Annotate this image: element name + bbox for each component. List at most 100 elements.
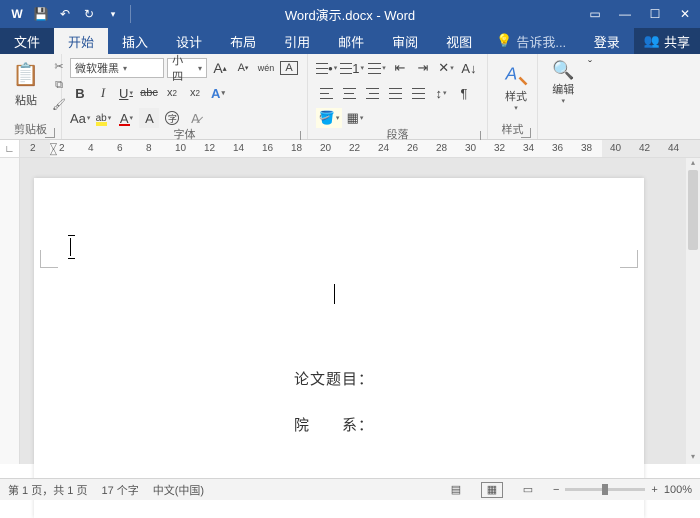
scroll-down-icon[interactable]: ▾ <box>686 452 700 464</box>
tell-me[interactable]: 💡 告诉我... <box>486 28 576 54</box>
align-left-button[interactable] <box>316 83 336 103</box>
show-marks-button[interactable]: ¶ <box>454 83 474 103</box>
ruler-tick: 6 <box>117 143 123 154</box>
ribbon-options-icon[interactable]: ▭ <box>580 0 610 28</box>
page-count[interactable]: 第 1 页，共 1 页 <box>8 482 87 498</box>
close-button[interactable]: ✕ <box>670 0 700 28</box>
redo-button[interactable]: ↻ <box>78 3 100 25</box>
undo-button[interactable]: ↶ <box>54 3 76 25</box>
edit-button[interactable]: 🔍 编辑 ▾ <box>546 58 580 123</box>
dialog-launcher-icon[interactable] <box>45 128 55 138</box>
print-layout-button[interactable]: ▦ <box>481 482 503 498</box>
increase-indent-button[interactable]: ⇥ <box>413 58 433 78</box>
zoom-out-button[interactable]: − <box>553 484 559 496</box>
strikethrough-button[interactable]: abc <box>139 83 159 103</box>
asian-layout-button[interactable]: ✕▾ <box>436 58 456 78</box>
numbering-button[interactable]: 1▾ <box>340 58 364 78</box>
paste-button[interactable]: 📋 粘贴 <box>8 58 44 123</box>
text-effects-button[interactable]: A▾ <box>208 83 228 103</box>
ruler-tick: 26 <box>407 143 418 154</box>
italic-button[interactable]: I <box>93 83 113 103</box>
zoom-slider[interactable] <box>565 488 645 491</box>
underline-button[interactable]: U▾ <box>116 83 136 103</box>
language[interactable]: 中文(中国) <box>153 482 204 498</box>
shading-button[interactable]: 🪣▾ <box>316 108 342 128</box>
highlight-button[interactable]: ab▾ <box>93 108 113 128</box>
bold-button[interactable]: B <box>70 83 90 103</box>
vertical-ruler[interactable] <box>0 158 20 464</box>
clear-formatting-button[interactable]: A̷ <box>185 108 205 128</box>
web-layout-button[interactable]: ▭ <box>517 482 539 498</box>
status-bar: 第 1 页，共 1 页 17 个字 中文(中国) ▤ ▦ ▭ − + 100% <box>0 478 700 500</box>
group-font: 微软雅黑▾ 小四▾ A▴ A▾ wén A B I U▾ abc x2 x2 A… <box>62 54 308 139</box>
save-button[interactable]: 💾 <box>30 3 52 25</box>
group-edit: 🔍 编辑 ▾ <box>538 54 582 139</box>
ruler-tick: 14 <box>233 143 244 154</box>
vertical-scrollbar[interactable]: ▴ ▾ <box>686 158 700 464</box>
minimize-button[interactable]: — <box>610 0 640 28</box>
multilevel-button[interactable]: ▾ <box>367 58 387 78</box>
horizontal-ruler[interactable]: ∟ ▽ △ 2246810121416182022242628303234363… <box>0 140 700 158</box>
justify-button[interactable] <box>385 83 405 103</box>
group-paragraph: •▾ 1▾ ▾ ⇤ ⇥ ✕▾ A↓ ↕▾ ¶ 🪣▾ ▦▾ 段 <box>308 54 488 139</box>
qat-customize[interactable]: ▾ <box>102 3 124 25</box>
character-border-button[interactable]: A <box>279 58 299 78</box>
ruler-tick: 4 <box>88 143 94 154</box>
tab-view[interactable]: 视图 <box>432 28 486 54</box>
ribbon: 📋 粘贴 ✂ ⧉ 🖌 剪贴板 微软雅黑▾ 小四▾ A▴ A▾ wén A B <box>0 54 700 140</box>
decrease-indent-button[interactable]: ⇤ <box>390 58 410 78</box>
title-bar: W 💾 ↶ ↻ ▾ Word演示.docx - Word ▭ — ☐ ✕ <box>0 0 700 28</box>
maximize-button[interactable]: ☐ <box>640 0 670 28</box>
tab-references[interactable]: 引用 <box>270 28 324 54</box>
share-button[interactable]: 👥 共享 <box>634 28 700 54</box>
indent-marker-icon[interactable]: △ <box>50 146 57 157</box>
tab-design[interactable]: 设计 <box>162 28 216 54</box>
styles-button[interactable]: A 样式 ▾ <box>496 58 536 123</box>
tab-layout[interactable]: 布局 <box>216 28 270 54</box>
ibeam-cursor-icon <box>70 238 71 256</box>
zoom-in-button[interactable]: + <box>651 484 657 496</box>
tab-file[interactable]: 文件 <box>0 28 54 54</box>
font-name-combo[interactable]: 微软雅黑▾ <box>70 58 164 78</box>
char-shading-button[interactable]: A <box>139 108 159 128</box>
enclose-char-button[interactable]: 字 <box>162 108 182 128</box>
sort-button[interactable]: A↓ <box>459 58 479 78</box>
change-case-button[interactable]: Aa▾ <box>70 108 90 128</box>
subscript-button[interactable]: x2 <box>162 83 182 103</box>
distribute-button[interactable] <box>408 83 428 103</box>
align-center-button[interactable] <box>339 83 359 103</box>
grow-font-button[interactable]: A▴ <box>210 58 230 78</box>
page[interactable]: 论文题目： 院 系： <box>34 178 644 518</box>
tab-review[interactable]: 审阅 <box>378 28 432 54</box>
login-button[interactable]: 登录 <box>580 28 634 54</box>
line-spacing-button[interactable]: ↕▾ <box>431 83 451 103</box>
scroll-thumb[interactable] <box>688 170 698 250</box>
superscript-button[interactable]: x2 <box>185 83 205 103</box>
phonetic-guide-button[interactable]: wén <box>256 58 276 78</box>
zoom-level[interactable]: 100% <box>664 484 692 496</box>
doc-text: 院 系： <box>294 414 374 435</box>
margin-mark <box>620 250 638 268</box>
font-size-combo[interactable]: 小四▾ <box>167 58 207 78</box>
shrink-font-button[interactable]: A▾ <box>233 58 253 78</box>
quick-access-toolbar: W 💾 ↶ ↻ ▾ <box>0 3 135 25</box>
read-mode-button[interactable]: ▤ <box>445 482 467 498</box>
tab-selector[interactable]: ∟ <box>0 140 20 158</box>
ruler-ticks: ▽ △ 224681012141618202224262830323436384… <box>20 140 700 157</box>
collapse-ribbon-button[interactable]: ˇ <box>582 54 598 139</box>
word-count[interactable]: 17 个字 <box>101 482 138 498</box>
ruler-tick: 34 <box>523 143 534 154</box>
tab-insert[interactable]: 插入 <box>108 28 162 54</box>
tab-home[interactable]: 开始 <box>54 28 108 54</box>
align-right-button[interactable] <box>362 83 382 103</box>
tab-mailings[interactable]: 邮件 <box>324 28 378 54</box>
ruler-tick: 36 <box>552 143 563 154</box>
bullets-button[interactable]: •▾ <box>316 58 337 78</box>
dialog-launcher-icon[interactable] <box>521 128 531 138</box>
font-color-button[interactable]: A▾ <box>116 108 136 128</box>
ruler-tick: 2 <box>30 143 36 154</box>
group-label: 剪贴板 <box>14 124 47 136</box>
borders-button[interactable]: ▦▾ <box>345 108 365 128</box>
scroll-up-icon[interactable]: ▴ <box>686 158 700 170</box>
ruler-tick: 30 <box>465 143 476 154</box>
